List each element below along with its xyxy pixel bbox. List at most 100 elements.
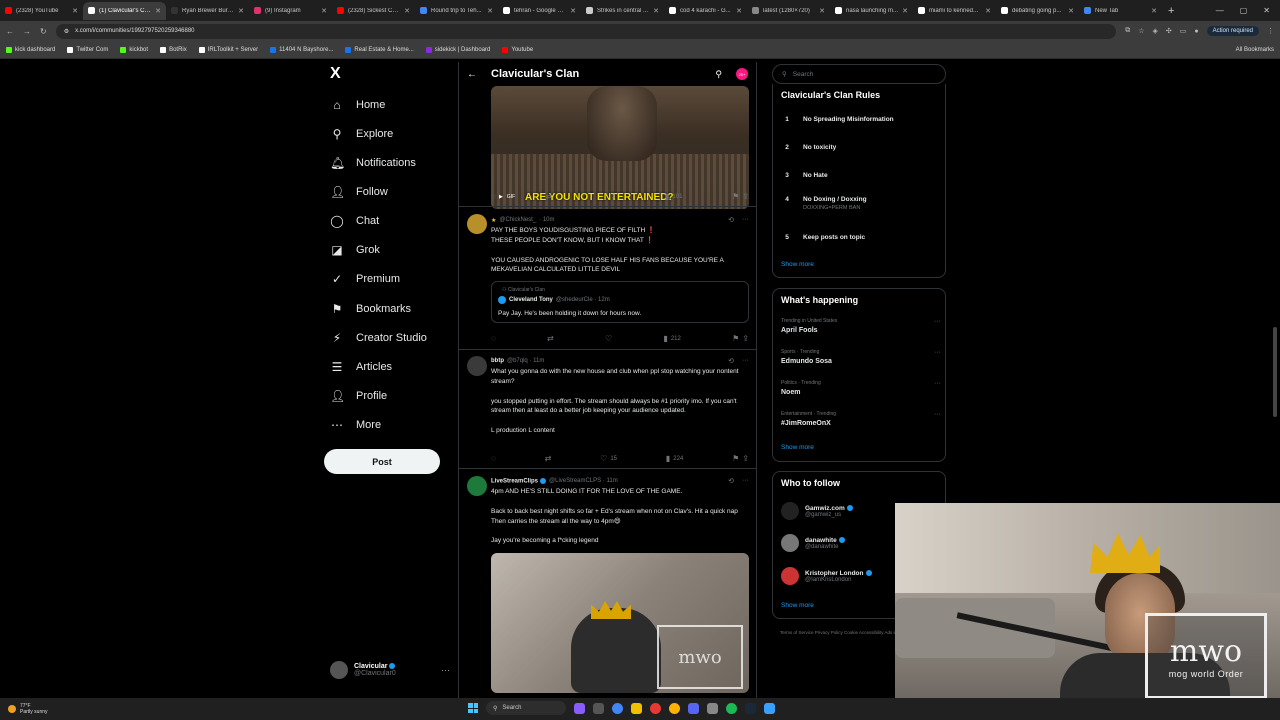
reply-button[interactable]: ◌ xyxy=(491,334,496,343)
more-icon[interactable]: ··· xyxy=(934,411,941,418)
show-more-link[interactable]: Show more xyxy=(781,261,814,268)
browser-tab[interactable]: (9) Instagram ✕ xyxy=(249,2,332,20)
forward-arrow-icon[interactable]: → xyxy=(23,27,31,36)
browser-tab[interactable]: cod 4 karachi - G... ✕ xyxy=(664,2,747,20)
close-icon[interactable]: ✕ xyxy=(72,7,78,15)
browser-tab[interactable]: nasa launching m... ✕ xyxy=(830,2,913,20)
back-arrow-icon[interactable]: ← xyxy=(6,27,14,36)
search-input[interactable]: ⚲ Search xyxy=(772,64,946,84)
x-logo-icon[interactable]: X xyxy=(330,65,341,83)
nav-item-more[interactable]: ⋯ More xyxy=(330,418,381,432)
reload-icon[interactable]: ↻ xyxy=(40,27,47,36)
bookmark-item[interactable]: Real Estate & Home... xyxy=(345,46,414,53)
bookmark-icon[interactable]: ⚑ xyxy=(732,192,739,201)
close-icon[interactable]: ✕ xyxy=(321,7,327,15)
more-icon[interactable]: ··· xyxy=(742,477,749,485)
back-arrow-icon[interactable]: ← xyxy=(467,69,477,80)
steam-icon[interactable] xyxy=(745,702,756,714)
rule-item[interactable]: 5 Keep posts on topic xyxy=(781,234,865,241)
close-icon[interactable]: ✕ xyxy=(570,7,576,15)
nav-item-articles[interactable]: ☰ Articles xyxy=(330,360,392,374)
like-button[interactable]: ♡ 15 xyxy=(600,454,617,463)
bookmark-icon[interactable]: ⚑ xyxy=(732,334,739,343)
nav-item-premium[interactable]: ✓ Premium xyxy=(330,272,400,286)
close-icon[interactable]: ✕ xyxy=(819,7,825,15)
gif-media[interactable]: ▶ GIF ARE YOU NOT ENTERTAINED? xyxy=(491,86,749,209)
rule-item[interactable]: 3 No Hate xyxy=(781,172,827,179)
reply-button[interactable]: ◌ xyxy=(491,454,496,463)
app-icon[interactable] xyxy=(650,702,661,714)
close-icon[interactable]: ✕ xyxy=(1263,6,1270,15)
nav-item-creator-studio[interactable]: ⚡ Creator Studio xyxy=(330,331,427,345)
avatar[interactable] xyxy=(467,214,487,234)
browser-tab[interactable]: (2328) YouTube ✕ xyxy=(0,2,83,20)
browser-tab[interactable]: miami to kenned... ✕ xyxy=(913,2,996,20)
grok-icon[interactable]: ⟲ xyxy=(728,357,734,365)
bookmark-icon[interactable]: ⚑ xyxy=(732,454,739,463)
like-button[interactable]: ♡ xyxy=(605,334,612,343)
repost-button[interactable]: ⇄ xyxy=(545,454,552,463)
taskbar-search[interactable]: ⚲ Search xyxy=(486,701,566,715)
views-button[interactable]: ▮ 212 xyxy=(663,334,680,343)
app-icon[interactable] xyxy=(574,702,585,714)
all-bookmarks-button[interactable]: All Bookmarks xyxy=(1236,47,1274,53)
show-more-link[interactable]: Show more xyxy=(781,444,814,451)
browser-tab[interactable]: Ryan Brewer Burg... ✕ xyxy=(166,2,249,20)
extension-icon[interactable]: ◈ xyxy=(1153,27,1158,35)
browser-tab[interactable]: Round trip to Teh... ✕ xyxy=(415,2,498,20)
repost-button[interactable]: ⇄ xyxy=(547,334,554,343)
close-icon[interactable]: ✕ xyxy=(238,7,244,15)
discord-icon[interactable] xyxy=(688,702,699,714)
browser-tab[interactable]: (2328) Sickest Co... ✕ xyxy=(332,2,415,20)
like-button[interactable]: ♡ 3 xyxy=(602,192,616,201)
rule-item[interactable]: 1 No Spreading Misinformation xyxy=(781,116,893,123)
sidebar-toggle-icon[interactable]: ▭ xyxy=(1180,27,1187,35)
more-icon[interactable]: ··· xyxy=(742,216,749,224)
nav-item-profile[interactable]: 👤︎ Profile xyxy=(330,389,387,403)
scrollbar-thumb[interactable] xyxy=(1273,327,1277,417)
close-icon[interactable]: ✕ xyxy=(487,7,493,15)
nav-item-explore[interactable]: ⚲ Explore xyxy=(330,127,394,141)
puzzle-icon[interactable]: ✣ xyxy=(1166,27,1172,35)
browser-tab[interactable]: (1) Clavicular's Clan ✕ xyxy=(83,1,166,20)
bookmark-item[interactable]: BotRix xyxy=(160,46,187,53)
bookmark-item[interactable]: Twitter Com xyxy=(67,46,108,53)
maximize-icon[interactable]: ▢ xyxy=(1240,6,1248,15)
share-icon[interactable]: ⇪ xyxy=(742,454,749,463)
reply-button[interactable]: ◌ xyxy=(491,192,496,201)
menu-dots-icon[interactable]: ⋮ xyxy=(1267,27,1274,35)
browser-tab[interactable]: Strikes in central ... ✕ xyxy=(581,2,664,20)
trend-item[interactable]: Trending in United States April Fools ··· xyxy=(781,318,941,334)
close-icon[interactable]: ✕ xyxy=(653,7,659,15)
show-more-link[interactable]: Show more xyxy=(781,602,814,609)
app-icon[interactable] xyxy=(764,702,775,714)
bookmark-item[interactable]: IRLToolkit + Server xyxy=(198,46,258,53)
new-tab-button[interactable]: + xyxy=(1162,5,1180,17)
file-explorer-icon[interactable] xyxy=(631,702,642,714)
more-icon[interactable]: ··· xyxy=(742,357,749,365)
rule-item[interactable]: 4 No Doxing / Doxxing DOXXING=PERM BAN xyxy=(781,196,866,211)
close-icon[interactable]: ✕ xyxy=(902,7,908,15)
close-icon[interactable]: ✕ xyxy=(1068,7,1074,15)
avatar[interactable] xyxy=(467,476,487,496)
post-button[interactable]: Post xyxy=(324,449,440,474)
close-icon[interactable]: ✕ xyxy=(736,7,742,15)
post-author[interactable]: bbtp xyxy=(491,358,504,364)
profile-icon[interactable]: ● xyxy=(1194,28,1198,35)
site-info-icon[interactable]: ⚙ xyxy=(64,28,69,35)
app-icon[interactable] xyxy=(707,702,718,714)
browser-tab[interactable]: debating going p... ✕ xyxy=(996,2,1079,20)
notification-badge[interactable]: 20+ xyxy=(736,68,748,80)
more-options-icon[interactable]: ··· xyxy=(441,665,450,675)
nav-item-home[interactable]: ⌂ Home xyxy=(330,98,385,112)
nav-item-chat[interactable]: ◯ Chat xyxy=(330,214,379,228)
suggested-account[interactable]: danawhite @danawhite xyxy=(781,534,845,552)
trend-item[interactable]: Sports · Trending Edmundo Sosa ··· xyxy=(781,349,941,365)
minimize-icon[interactable]: — xyxy=(1216,6,1224,15)
search-icon[interactable]: ⚲ xyxy=(715,69,722,80)
avatar[interactable] xyxy=(467,356,487,376)
browser-tab[interactable]: latest (1280×720) ✕ xyxy=(747,2,830,20)
action-required-button[interactable]: Action required xyxy=(1206,26,1259,36)
cast-icon[interactable]: ⧉ xyxy=(1125,27,1130,35)
nav-item-bookmarks[interactable]: ⚑ Bookmarks xyxy=(330,302,411,316)
